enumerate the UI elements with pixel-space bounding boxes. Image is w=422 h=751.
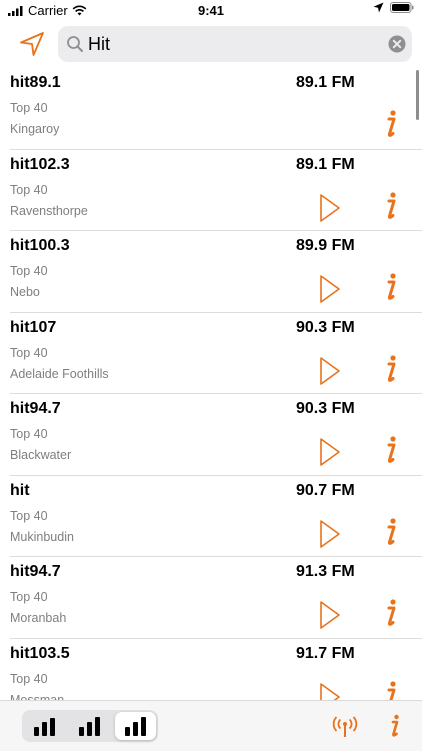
play-icon xyxy=(320,438,340,466)
signal-low-icon xyxy=(34,718,55,736)
info-button[interactable] xyxy=(380,353,400,385)
signal-segmented-control xyxy=(22,710,158,742)
play-icon xyxy=(320,682,340,700)
station-genre: Top 40 xyxy=(10,508,48,523)
status-time: 9:41 xyxy=(197,3,225,18)
station-genre: Top 40 xyxy=(10,101,48,115)
clear-icon xyxy=(388,35,406,53)
station-town: Nebo xyxy=(10,285,40,299)
station-frequency: 89.1 FM xyxy=(296,74,355,91)
station-town: Moranbah xyxy=(10,611,67,625)
clear-search-button[interactable] xyxy=(388,35,406,53)
info-button[interactable] xyxy=(380,434,400,466)
signal-medium-icon xyxy=(79,717,100,736)
location-arrow-icon xyxy=(373,2,384,13)
play-button[interactable] xyxy=(318,518,342,550)
station-name: hit107 xyxy=(10,318,57,336)
bottom-toolbar xyxy=(0,700,422,751)
station-genre: Top 40 xyxy=(10,345,48,360)
location-arrow-icon xyxy=(20,32,44,56)
play-button[interactable] xyxy=(318,436,342,468)
station-town: Mukinbudin xyxy=(10,529,74,544)
station-town: Adelaide Foothills xyxy=(10,366,109,381)
station-row[interactable]: hit94.7 90.3 FM Top 40 Blackwater xyxy=(0,394,422,476)
station-genre: Top 40 xyxy=(10,427,48,441)
info-icon xyxy=(387,110,396,137)
play-button[interactable] xyxy=(318,355,342,387)
info-icon xyxy=(387,599,396,626)
station-name: hit94.7 xyxy=(10,563,61,580)
station-row[interactable]: hit103.5 91.7 FM Top 40 Mossman xyxy=(0,639,422,701)
info-icon xyxy=(387,680,396,700)
search-field[interactable] xyxy=(58,26,412,62)
play-button[interactable] xyxy=(318,273,342,305)
info-button[interactable] xyxy=(380,190,400,222)
play-icon xyxy=(320,275,340,303)
station-town: Ravensthorpe xyxy=(10,203,88,218)
search-header xyxy=(0,22,422,66)
station-name: hit89.1 xyxy=(10,74,61,91)
station-name: hit100.3 xyxy=(10,237,70,254)
station-name: hit xyxy=(10,481,30,499)
station-town: Mossman xyxy=(10,692,65,701)
station-row[interactable]: hit 90.7 FM Top 40 Mukinbudin xyxy=(0,476,422,557)
play-button[interactable] xyxy=(318,599,342,631)
info-button[interactable] xyxy=(380,516,400,548)
station-frequency: 91.3 FM xyxy=(296,563,355,580)
segment-signal-medium[interactable] xyxy=(67,710,112,742)
station-row[interactable]: hit107 90.3 FM Top 40 Adelaide Foothills xyxy=(0,313,422,394)
info-icon xyxy=(387,436,396,463)
station-row[interactable]: hit94.7 91.3 FM Top 40 Moranbah xyxy=(0,557,422,639)
station-name: hit103.5 xyxy=(10,644,70,662)
station-frequency: 91.7 FM xyxy=(296,644,355,662)
search-input[interactable] xyxy=(88,30,378,58)
station-frequency: 90.3 FM xyxy=(296,318,355,336)
station-frequency: 90.3 FM xyxy=(296,400,355,417)
about-info-button[interactable] xyxy=(386,713,402,739)
status-bar: Carrier 9:41 xyxy=(0,0,422,20)
search-icon xyxy=(67,36,83,52)
station-row[interactable]: hit100.3 89.9 FM Top 40 Nebo xyxy=(0,231,422,313)
info-icon xyxy=(387,354,396,382)
station-list[interactable]: hit89.1 89.1 FM Top 40 Kingaroy hit102.3… xyxy=(0,68,422,700)
info-button[interactable] xyxy=(380,271,400,303)
station-row[interactable]: hit89.1 89.1 FM Top 40 Kingaroy xyxy=(0,68,422,150)
station-genre: Top 40 xyxy=(10,590,48,604)
station-genre: Top 40 xyxy=(10,671,48,686)
status-right xyxy=(373,2,414,13)
station-genre: Top 40 xyxy=(10,182,48,197)
info-icon xyxy=(387,517,396,545)
scroll-indicator[interactable] xyxy=(416,70,419,120)
station-town: Kingaroy xyxy=(10,122,60,136)
play-icon xyxy=(320,601,340,629)
station-name: hit102.3 xyxy=(10,155,70,173)
antenna-button[interactable] xyxy=(332,716,358,738)
battery-icon xyxy=(390,2,414,13)
antenna-icon xyxy=(332,716,358,737)
play-icon xyxy=(320,519,340,548)
play-button[interactable] xyxy=(318,681,342,700)
station-frequency: 89.1 FM xyxy=(296,155,355,173)
station-name: hit94.7 xyxy=(10,400,61,417)
info-button[interactable] xyxy=(380,597,400,629)
info-button[interactable] xyxy=(380,108,400,140)
station-genre: Top 40 xyxy=(10,264,48,278)
info-icon xyxy=(387,191,396,219)
segment-signal-low[interactable] xyxy=(22,710,67,742)
station-row[interactable]: hit102.3 89.1 FM Top 40 Ravensthorpe xyxy=(0,150,422,231)
play-button[interactable] xyxy=(318,192,342,224)
info-icon xyxy=(391,714,399,737)
signal-high-icon xyxy=(125,717,146,736)
play-icon xyxy=(320,356,340,385)
station-frequency: 90.7 FM xyxy=(296,481,355,499)
info-button[interactable] xyxy=(380,679,400,700)
play-icon xyxy=(320,193,340,222)
location-button[interactable] xyxy=(18,30,48,60)
station-town: Blackwater xyxy=(10,448,72,462)
station-frequency: 89.9 FM xyxy=(296,237,355,254)
segment-signal-high[interactable] xyxy=(115,712,156,740)
info-icon xyxy=(387,273,396,300)
